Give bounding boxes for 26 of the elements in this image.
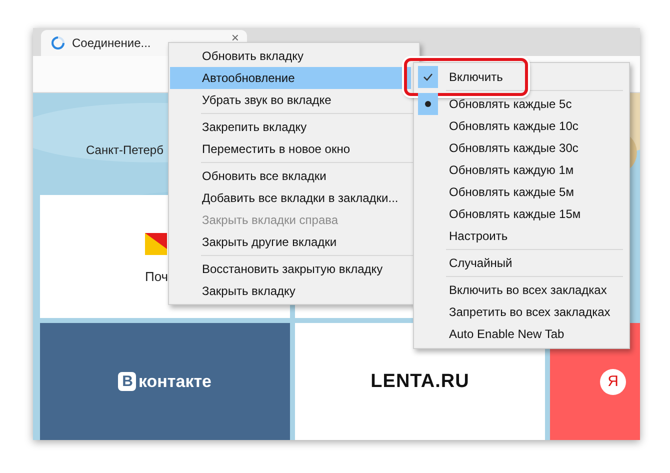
- menu-item[interactable]: Убрать звук во вкладке: [170, 89, 411, 111]
- vk-tile[interactable]: В контакте: [40, 323, 290, 440]
- envelope-icon: [145, 233, 167, 255]
- menu-item[interactable]: Автообновление: [170, 67, 411, 89]
- menu-item[interactable]: Включить во всех закладках: [414, 279, 629, 301]
- menu-item[interactable]: Переместить в новое окно: [170, 138, 411, 160]
- menu-item[interactable]: Случайный: [414, 252, 629, 274]
- tile-label: контакте: [138, 372, 212, 392]
- menu-item[interactable]: Запретить во всех закладках: [414, 301, 629, 323]
- close-icon[interactable]: ×: [231, 31, 239, 44]
- menu-item[interactable]: Обновлять каждые 15м: [414, 203, 629, 225]
- menu-item[interactable]: Обновлять каждые 5м: [414, 181, 629, 203]
- tile-label: LENTA.RU: [370, 370, 470, 392]
- yandex-logo-icon: Я: [600, 368, 626, 394]
- menu-item[interactable]: Обновлять каждые 10с: [414, 115, 629, 137]
- city-name: Санкт-Петерб: [86, 143, 164, 157]
- tile-label: Поч: [145, 269, 168, 284]
- menu-item[interactable]: Закрепить вкладку: [170, 116, 411, 138]
- menu-item[interactable]: Обновить все вкладки: [170, 165, 411, 187]
- tab-title: Соединение...: [72, 36, 152, 50]
- menu-item[interactable]: Обновлять каждые 30с: [414, 137, 629, 159]
- menu-item[interactable]: Включить: [414, 66, 629, 88]
- menu-item[interactable]: Обновлять каждую 1м: [414, 159, 629, 181]
- menu-item[interactable]: Обновлять каждые 5с: [414, 93, 629, 115]
- menu-item[interactable]: Настроить: [414, 225, 629, 247]
- vk-logo-icon: В: [118, 372, 136, 391]
